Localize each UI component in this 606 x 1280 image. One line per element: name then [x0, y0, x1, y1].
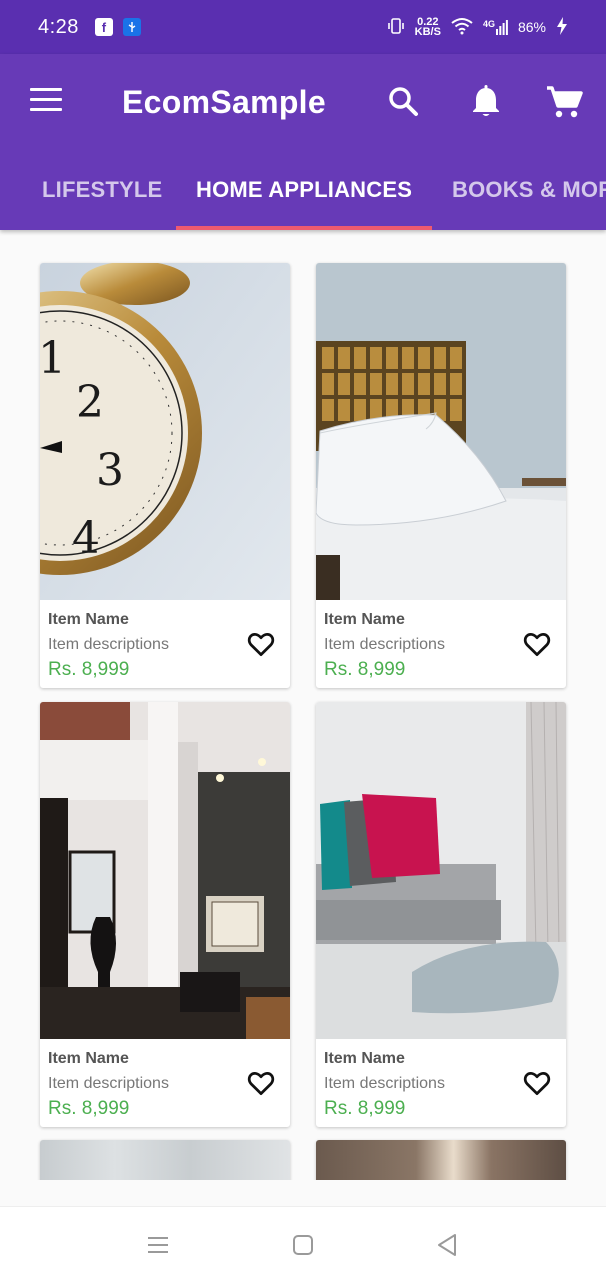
- tab-books-and-more[interactable]: BOOKS & MORE: [452, 152, 606, 230]
- recent-apps-icon[interactable]: [144, 1231, 172, 1259]
- notification-icons: f: [94, 18, 141, 36]
- product-image: [316, 1140, 566, 1180]
- product-description: Item descriptions: [48, 1075, 169, 1092]
- tab-lifestyle[interactable]: LIFESTYLE: [42, 152, 162, 230]
- product-description: Item descriptions: [324, 1075, 445, 1092]
- svg-text:1: 1: [40, 333, 66, 384]
- product-image: [316, 263, 566, 600]
- product-price: Rs. 8,999: [324, 659, 406, 680]
- heart-icon[interactable]: [246, 629, 276, 659]
- status-time: 4:28: [38, 15, 79, 38]
- system-navigation-bar: [0, 1206, 606, 1280]
- cart-icon[interactable]: [544, 82, 584, 122]
- svg-text:4: 4: [72, 513, 100, 564]
- vibrate-icon: [387, 17, 405, 38]
- svg-text:2: 2: [76, 377, 104, 428]
- product-name: Item Name: [324, 611, 405, 628]
- product-image: 1 2 3 4: [40, 263, 290, 600]
- product-card[interactable]: 1 2 3 4 Item Name Item descriptions Rs. …: [40, 263, 290, 688]
- svg-text:3: 3: [96, 445, 124, 496]
- product-card[interactable]: [316, 1140, 566, 1180]
- menu-icon[interactable]: [30, 88, 64, 114]
- product-card[interactable]: Item Name Item descriptions Rs. 8,999: [316, 263, 566, 688]
- usb-notification-icon: [122, 18, 141, 36]
- category-tabs: LIFESTYLE HOME APPLIANCES BOOKS & MORE: [0, 152, 606, 230]
- product-price: Rs. 8,999: [324, 1098, 406, 1119]
- product-name: Item Name: [324, 1050, 405, 1067]
- toolbar: EcomSample: [0, 54, 606, 152]
- wifi-icon: [451, 17, 473, 38]
- product-card[interactable]: Item Name Item descriptions Rs. 8,999: [40, 702, 290, 1127]
- heart-icon[interactable]: [522, 1068, 552, 1098]
- charging-icon: [556, 16, 568, 38]
- product-price: Rs. 8,999: [48, 1098, 130, 1119]
- bell-icon[interactable]: [466, 82, 506, 122]
- network-speed: 0.22 KB/S: [414, 17, 441, 38]
- app-title: EcomSample: [122, 84, 326, 120]
- network-type: 4G: [482, 19, 495, 29]
- product-grid: 1 2 3 4 Item Name Item descriptions Rs. …: [0, 230, 606, 1180]
- product-image: [316, 702, 566, 1039]
- status-indicators: 0.22 KB/S 4G 86%: [387, 16, 568, 38]
- product-price: Rs. 8,999: [48, 659, 130, 680]
- product-name: Item Name: [48, 611, 129, 628]
- product-description: Item descriptions: [324, 636, 445, 653]
- signal-icon: 4G: [483, 19, 508, 35]
- heart-icon[interactable]: [246, 1068, 276, 1098]
- product-image: [40, 702, 290, 1039]
- battery-level: 86%: [517, 19, 546, 35]
- search-icon[interactable]: [384, 82, 424, 122]
- product-description: Item descriptions: [48, 636, 169, 653]
- network-speed-unit: KB/S: [414, 26, 441, 38]
- status-bar: 4:28 f 0.22 KB/S 4G 86%: [0, 0, 606, 54]
- product-card[interactable]: [40, 1140, 290, 1180]
- home-icon[interactable]: [289, 1231, 317, 1259]
- product-card[interactable]: Item Name Item descriptions Rs. 8,999: [316, 702, 566, 1127]
- product-name: Item Name: [48, 1050, 129, 1067]
- product-image: [40, 1140, 290, 1180]
- tab-home-appliances[interactable]: HOME APPLIANCES: [196, 152, 412, 230]
- facebook-notification-icon: f: [94, 18, 113, 36]
- heart-icon[interactable]: [522, 629, 552, 659]
- app-bar: EcomSample LIFESTYLE HOME APPLIANCES BOO…: [0, 54, 606, 230]
- back-icon[interactable]: [434, 1231, 462, 1259]
